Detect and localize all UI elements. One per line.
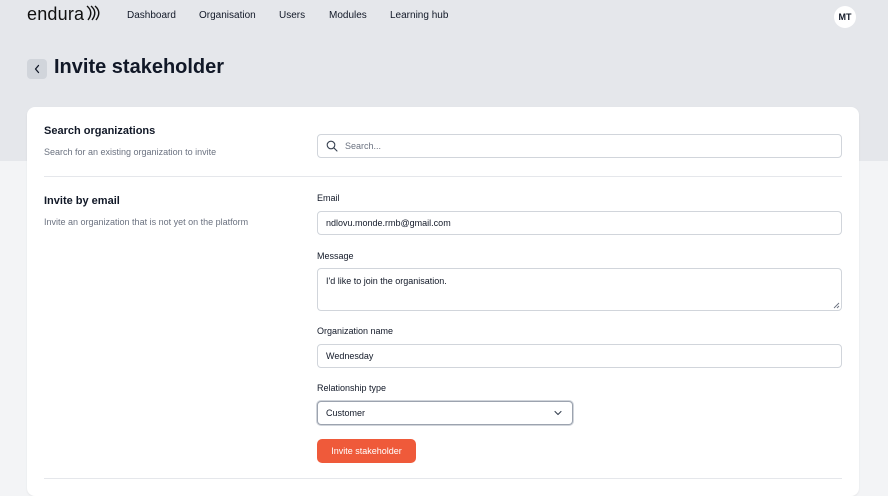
back-button[interactable] [27,59,47,79]
chevron-down-icon [554,410,562,416]
nav-users[interactable]: Users [279,10,305,21]
logo-text: endura [27,4,85,24]
org-name-value: Wednesday [326,351,374,361]
page-title: Invite stakeholder [54,56,225,78]
relationship-select[interactable]: Customer [317,401,573,425]
org-name-label: Organization name [317,326,394,336]
invite-stakeholder-button[interactable]: Invite stakeholder [317,439,416,463]
message-value: I'd like to join the organisation. [326,276,447,286]
email-section-description: Invite an organization that is not yet o… [44,217,249,227]
invite-card: Search organizations Search for an exist… [27,107,859,496]
search-section-title: Search organizations [44,125,156,137]
relationship-label: Relationship type [317,383,387,393]
search-section-description: Search for an existing organization to i… [44,147,217,157]
chevron-left-icon [34,64,40,74]
email-label: Email [317,193,340,203]
logo-wave-icon [86,5,100,21]
section-divider [44,176,842,177]
nav-learning-hub[interactable]: Learning hub [390,10,448,21]
message-label: Message [317,251,354,261]
search-placeholder: Search... [345,141,382,151]
message-textarea[interactable]: I'd like to join the organisation. [317,268,842,311]
relationship-value: Customer [326,408,366,418]
search-icon [326,140,338,154]
logo[interactable]: endura [27,4,101,25]
top-navbar: endura Dashboard Organisation Users Modu… [0,0,888,32]
nav-organisation[interactable]: Organisation [199,10,256,21]
email-field[interactable]: ndlovu.monde.rmb@gmail.com [317,211,842,235]
bottom-divider [44,478,842,479]
nav-dashboard[interactable]: Dashboard [127,10,176,21]
resize-handle-icon[interactable] [832,301,840,309]
email-value: ndlovu.monde.rmb@gmail.com [326,218,451,228]
org-name-field[interactable]: Wednesday [317,344,842,368]
email-section-title: Invite by email [44,195,120,207]
avatar[interactable]: MT [834,6,856,28]
nav-modules[interactable]: Modules [329,10,367,21]
search-input[interactable]: Search... [317,134,842,158]
